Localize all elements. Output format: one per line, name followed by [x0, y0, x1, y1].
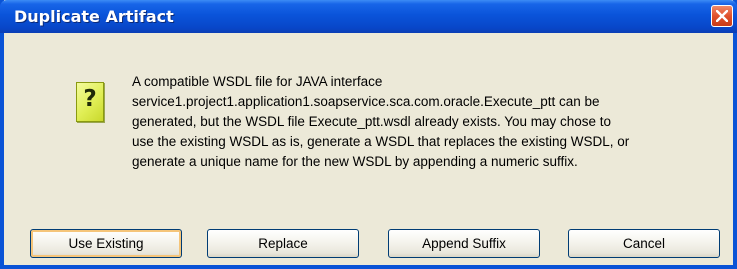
message-line: service1.project1.application1.soapservi… — [132, 94, 600, 109]
use-existing-button[interactable]: Use Existing — [30, 229, 182, 258]
replace-button[interactable]: Replace — [207, 229, 359, 258]
message-line: generated, but the WSDL file Execute_ptt… — [132, 114, 612, 129]
window-title: Duplicate Artifact — [14, 7, 174, 26]
title-bar[interactable]: Duplicate Artifact — [0, 0, 737, 33]
message-line: generate a unique name for the new WSDL … — [132, 154, 578, 169]
message-line: A compatible WSDL file for JAVA interfac… — [132, 74, 383, 89]
question-mark-glyph: ? — [83, 86, 97, 112]
append-suffix-button[interactable]: Append Suffix — [388, 229, 540, 258]
dialog-message: A compatible WSDL file for JAVA interfac… — [132, 72, 702, 172]
cancel-button[interactable]: Cancel — [568, 229, 720, 258]
close-icon — [716, 10, 728, 22]
close-button[interactable] — [711, 5, 733, 27]
question-icon: ? — [76, 82, 104, 122]
message-line: use the existing WSDL as is, generate a … — [132, 134, 630, 149]
